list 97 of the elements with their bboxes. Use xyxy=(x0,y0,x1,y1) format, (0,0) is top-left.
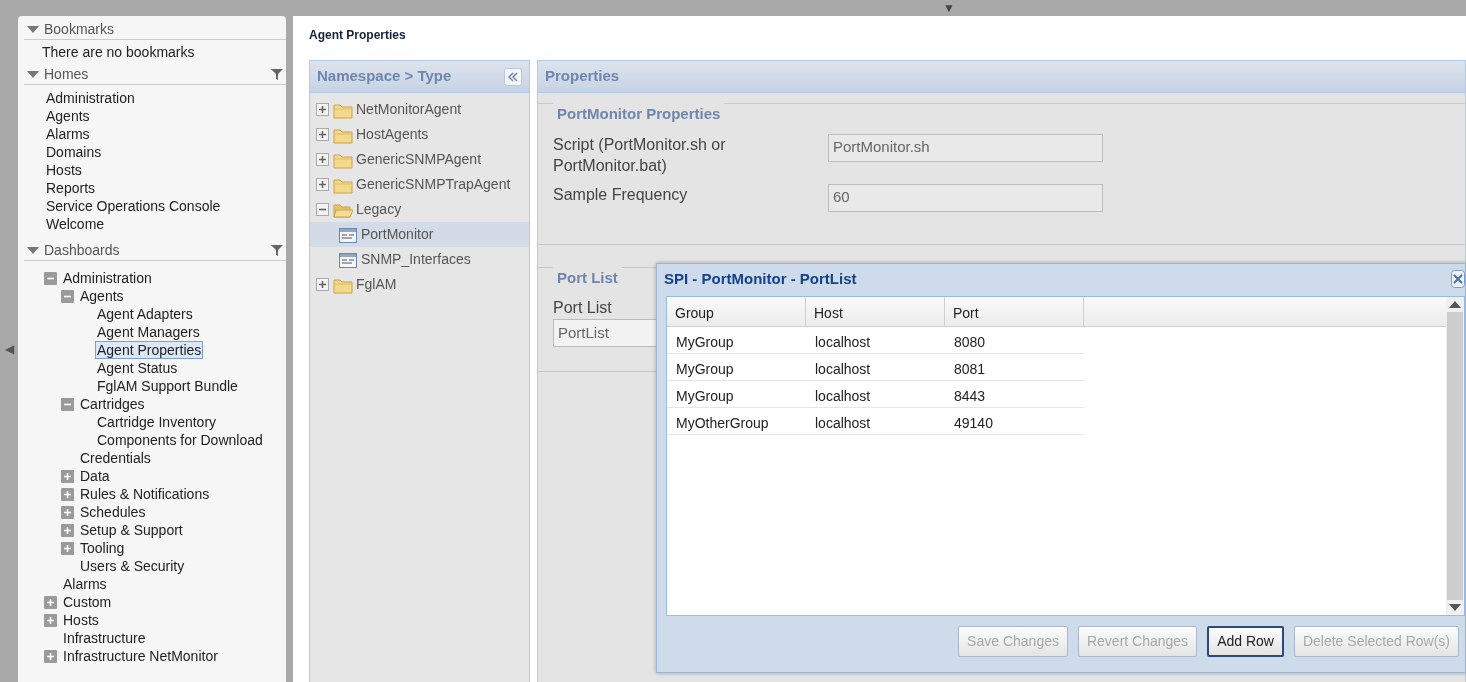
filter-icon[interactable] xyxy=(271,69,283,80)
table-cell: MyGroup xyxy=(667,327,806,354)
tree-item[interactable]: Rules & Notifications xyxy=(78,485,212,503)
tree-item[interactable]: NetMonitorAgent xyxy=(310,97,529,122)
document-icon xyxy=(338,225,358,244)
field-label: Sample Frequency xyxy=(553,184,689,205)
tree-item[interactable]: Administration xyxy=(61,269,154,287)
tree-item[interactable]: Tooling xyxy=(78,539,127,557)
table-cell: localhost xyxy=(806,408,945,435)
table-cell: localhost xyxy=(806,327,945,354)
table-cell: localhost xyxy=(806,381,945,408)
expand-icon[interactable] xyxy=(61,523,74,537)
tree-item[interactable]: Setup & Support xyxy=(78,521,185,539)
tree-item[interactable]: Infrastructure xyxy=(61,629,148,647)
document-icon xyxy=(338,250,358,269)
scroll-down-icon[interactable] xyxy=(1449,604,1461,611)
tree-item[interactable]: Agent Properties xyxy=(95,341,204,359)
field-label: Script (PortMonitor.sh or PortMonitor.bat) xyxy=(553,134,727,176)
filter-icon[interactable] xyxy=(271,245,283,256)
expand-icon[interactable] xyxy=(61,541,74,555)
collapse-icon[interactable] xyxy=(61,397,74,411)
nav-link[interactable]: Alarms xyxy=(44,125,92,143)
nav-link[interactable]: Welcome xyxy=(44,215,107,233)
close-icon[interactable] xyxy=(1451,270,1465,288)
tree-item[interactable]: Custom xyxy=(61,593,114,611)
table-cell: 8081 xyxy=(945,354,1084,381)
dialog-title: SPI - PortMonitor - PortList xyxy=(664,268,857,289)
tree-item[interactable]: Agent Managers xyxy=(95,323,202,341)
tree-item[interactable]: Data xyxy=(78,467,112,485)
expand-icon[interactable] xyxy=(316,278,329,291)
tree-item[interactable]: Cartridges xyxy=(78,395,147,413)
table-cell: MyGroup xyxy=(667,381,806,408)
tree-item[interactable]: Agent Adapters xyxy=(95,305,195,323)
section-header[interactable]: Dashboards xyxy=(44,240,120,261)
expand-icon[interactable] xyxy=(61,469,74,483)
tree-item[interactable]: Hosts xyxy=(61,611,101,629)
table-cell: 8080 xyxy=(945,327,1084,354)
table-cell: MyGroup xyxy=(667,354,806,381)
tree-item[interactable]: Infrastructure NetMonitor xyxy=(61,647,220,665)
tree-item[interactable]: Cartridge Inventory xyxy=(95,413,219,431)
collapse-toggle[interactable]: ▼ xyxy=(943,1,955,15)
table-cell: 8443 xyxy=(945,381,1084,408)
expand-icon[interactable] xyxy=(44,595,57,609)
section-header[interactable]: Homes xyxy=(44,64,89,85)
table-cell: 49140 xyxy=(945,408,1084,435)
nav-link[interactable]: Domains xyxy=(44,143,104,161)
caret-icon[interactable] xyxy=(27,246,39,255)
tree-item[interactable]: PortMonitor xyxy=(310,222,529,247)
section-header[interactable]: Bookmarks xyxy=(44,19,115,40)
tree-item[interactable]: HostAgents xyxy=(310,122,529,147)
expand-icon[interactable] xyxy=(316,103,329,116)
panel-title: Namespace > Type xyxy=(317,66,452,87)
tree-item[interactable]: Credentials xyxy=(78,449,153,467)
tree-item[interactable]: Alarms xyxy=(61,575,109,593)
tree-item[interactable]: Agents xyxy=(78,287,126,305)
collapse-icon[interactable] xyxy=(44,271,57,285)
expand-icon[interactable] xyxy=(316,153,329,166)
tree-item[interactable]: FglAM Support Bundle xyxy=(95,377,240,395)
page-title: Agent Properties xyxy=(309,27,407,44)
column-header[interactable]: Group xyxy=(667,297,806,326)
field-label: Port List xyxy=(553,298,612,318)
nav-link[interactable]: Administration xyxy=(44,89,137,107)
table-cell: MyOtherGroup xyxy=(667,408,806,435)
scrollbar[interactable] xyxy=(1446,297,1464,615)
expand-icon[interactable] xyxy=(316,178,329,191)
scroll-up-icon[interactable] xyxy=(1449,301,1461,308)
empty-message: There are no bookmarks xyxy=(41,43,196,61)
dialog-button[interactable]: Add Row xyxy=(1207,626,1284,657)
caret-icon[interactable] xyxy=(27,25,39,34)
input-field[interactable]: PortMonitor.sh xyxy=(828,133,1103,162)
tree-item[interactable]: Agent Status xyxy=(95,359,180,377)
caret-icon[interactable] xyxy=(27,70,39,79)
nav-link[interactable]: Service Operations Console xyxy=(44,197,223,215)
tree-item[interactable]: Components for Download xyxy=(95,431,265,449)
collapse-icon[interactable] xyxy=(504,67,522,86)
column-header[interactable]: Host xyxy=(806,297,945,326)
tree-item[interactable]: SNMP_Interfaces xyxy=(310,247,529,272)
tree-item[interactable]: FglAM xyxy=(310,272,529,297)
expand-icon[interactable] xyxy=(44,613,57,627)
nav-link[interactable]: Reports xyxy=(44,179,98,197)
input-field[interactable]: 60 xyxy=(828,183,1103,212)
expand-icon[interactable] xyxy=(44,649,57,663)
tree-item[interactable]: GenericSNMPTrapAgent xyxy=(310,172,529,197)
panel-title: Properties xyxy=(545,66,620,87)
tree-item[interactable]: Schedules xyxy=(78,503,148,521)
tree-item[interactable]: Users & Security xyxy=(78,557,187,575)
tree-item[interactable]: Legacy xyxy=(310,197,529,222)
expand-icon[interactable] xyxy=(61,505,74,519)
tree-item[interactable]: GenericSNMPAgent xyxy=(310,147,529,172)
collapse-icon[interactable] xyxy=(61,289,74,303)
column-header[interactable]: Port xyxy=(945,297,1084,326)
table-cell: localhost xyxy=(806,354,945,381)
nav-link[interactable]: Agents xyxy=(44,107,92,125)
nav-link[interactable]: Hosts xyxy=(44,161,84,179)
expand-icon[interactable] xyxy=(61,487,74,501)
collapse-icon[interactable] xyxy=(316,203,329,216)
expand-icon[interactable] xyxy=(316,128,329,141)
